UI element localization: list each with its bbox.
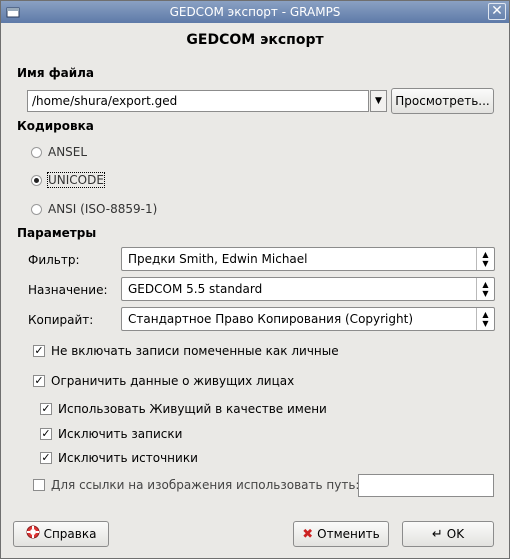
- check-exclude-notes-row[interactable]: ✓ Исключить записки: [40, 425, 182, 443]
- filter-label: Фильтр:: [28, 253, 80, 267]
- window-menu-icon[interactable]: [5, 4, 21, 20]
- close-icon[interactable]: ✕: [488, 3, 506, 20]
- export-dialog-window: GEDCOM экспорт - GRAMPS ✕ GEDCOM экспорт…: [0, 0, 510, 559]
- help-button[interactable]: Справка: [13, 521, 109, 547]
- encoding-option-unicode[interactable]: UNICODE: [31, 171, 105, 189]
- cancel-button[interactable]: ✖ Отменить: [293, 521, 389, 547]
- browse-button[interactable]: Просмотреть...: [391, 88, 494, 114]
- check-label: Для ссылки на изображения использовать п…: [51, 478, 360, 492]
- filter-value: Предки Smith, Edwin Michael: [128, 252, 308, 266]
- encoding-option-label: ANSI (ISO-8859-1): [48, 202, 158, 216]
- enter-arrow-icon: ↵: [431, 526, 443, 542]
- params-section-label: Параметры: [17, 226, 97, 240]
- ok-button[interactable]: ↵ OK: [402, 521, 494, 547]
- check-image-path-row[interactable]: Для ссылки на изображения использовать п…: [33, 476, 359, 494]
- cancel-button-label: Отменить: [317, 527, 380, 541]
- check-label: Исключить источники: [58, 451, 198, 465]
- encoding-option-label: UNICODE: [47, 172, 105, 188]
- file-path-input[interactable]: /home/shura/export.ged: [27, 90, 369, 112]
- encoding-option-label: ANSEL: [48, 145, 88, 159]
- check-label: Не включать записи помеченные как личные: [51, 344, 339, 358]
- dialog-heading: GEDCOM экспорт: [186, 32, 324, 48]
- copyright-select[interactable]: Стандартное Право Копирования (Copyright…: [121, 307, 495, 331]
- check-label: Использовать Живущий в качестве имени: [58, 402, 327, 416]
- lifebuoy-icon: [26, 525, 40, 543]
- title-bar[interactable]: GEDCOM экспорт - GRAMPS ✕: [1, 1, 509, 23]
- copyright-value: Стандартное Право Копирования (Copyright…: [128, 312, 413, 326]
- checkbox-image-path[interactable]: [33, 479, 45, 491]
- checkbox-use-living-name[interactable]: ✓: [40, 403, 52, 415]
- updown-arrows-icon: ▲ ▼: [476, 308, 494, 330]
- target-label: Назначение:: [28, 283, 108, 297]
- target-select[interactable]: GEDCOM 5.5 standard ▲ ▼: [121, 277, 495, 301]
- checkbox-private[interactable]: ✓: [33, 345, 45, 357]
- updown-arrows-icon: ▲ ▼: [476, 248, 494, 270]
- target-value: GEDCOM 5.5 standard: [128, 282, 263, 296]
- check-use-living-name-row[interactable]: ✓ Использовать Живущий в качестве имени: [40, 400, 327, 418]
- checkbox-exclude-notes[interactable]: ✓: [40, 428, 52, 440]
- filter-select[interactable]: Предки Smith, Edwin Michael ▲ ▼: [121, 247, 495, 271]
- ok-button-label: OK: [446, 527, 465, 541]
- cancel-x-icon: ✖: [302, 526, 314, 542]
- checkbox-living[interactable]: ✓: [33, 375, 45, 387]
- help-button-label: Справка: [43, 527, 97, 541]
- radio-ansi[interactable]: [31, 203, 42, 215]
- check-exclude-sources-row[interactable]: ✓ Исключить источники: [40, 449, 198, 467]
- encoding-section-label: Кодировка: [17, 119, 94, 133]
- check-living-row[interactable]: ✓ Ограничить данные о живущих лицах: [33, 372, 294, 390]
- checkbox-exclude-sources[interactable]: ✓: [40, 452, 52, 464]
- check-label: Исключить записки: [58, 427, 183, 441]
- encoding-option-ansi[interactable]: ANSI (ISO-8859-1): [31, 200, 157, 218]
- window-title: GEDCOM экспорт - GRAMPS: [169, 5, 341, 19]
- radio-unicode[interactable]: [31, 174, 42, 186]
- file-history-dropdown[interactable]: ▼: [370, 90, 387, 112]
- copyright-label: Копирайт:: [28, 313, 94, 327]
- file-section-label: Имя файла: [17, 66, 95, 80]
- radio-ansel[interactable]: [31, 146, 42, 158]
- image-path-input[interactable]: [358, 474, 494, 497]
- check-private-row[interactable]: ✓ Не включать записи помеченные как личн…: [33, 342, 339, 360]
- encoding-option-ansel[interactable]: ANSEL: [31, 143, 87, 161]
- check-label: Ограничить данные о живущих лицах: [51, 374, 295, 388]
- updown-arrows-icon: ▲ ▼: [476, 278, 494, 300]
